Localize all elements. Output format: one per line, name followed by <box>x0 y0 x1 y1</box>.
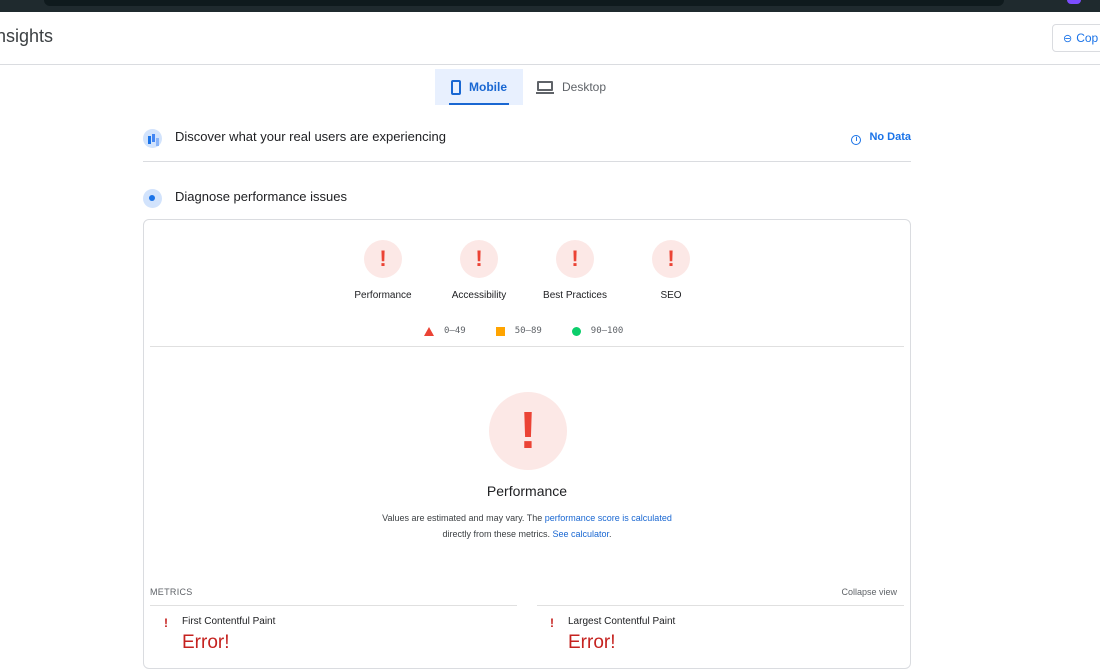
metric-divider <box>150 605 517 606</box>
square-icon <box>495 326 505 336</box>
link-icon: ⊖ <box>1063 33 1073 45</box>
copy-link-label: Cop <box>1076 31 1099 45</box>
diagnose-icon <box>143 189 162 208</box>
tab-mobile[interactable]: Mobile <box>435 69 523 105</box>
info-icon: i <box>851 135 862 145</box>
page-title: nsights <box>0 26 54 46</box>
score-error-icon: ! <box>556 240 594 278</box>
real-users-section: Discover what your real users are experi… <box>143 126 911 154</box>
see-calculator-link[interactable]: See calculator <box>552 529 609 539</box>
page-header: nsights ⊖ Cop <box>0 12 1100 65</box>
gauge-label: Performance <box>354 290 412 301</box>
triangle-icon <box>424 326 434 336</box>
metric-name: First Contentful Paint <box>182 616 276 627</box>
address-bar[interactable] <box>44 0 1004 6</box>
gauge-label: Best Practices <box>543 290 607 301</box>
copy-link-button[interactable]: ⊖ Cop <box>1052 24 1100 52</box>
score-error-icon: ! <box>460 240 498 278</box>
laptop-icon <box>536 81 554 94</box>
legend-pass-range: 90–100 <box>590 326 624 336</box>
profile-avatar[interactable] <box>1067 0 1081 4</box>
legend-fail: 0–49 <box>424 326 466 336</box>
report-card: ! Performance ! Accessibility ! Best Pra… <box>143 219 911 669</box>
diagnose-heading: Diagnose performance issues <box>175 189 347 204</box>
real-users-heading: Discover what your real users are experi… <box>175 129 446 144</box>
note-end: . <box>609 529 612 539</box>
score-legend: 0–49 50–89 90–100 <box>424 326 623 336</box>
diagnose-section: Diagnose performance issues <box>143 186 911 214</box>
legend-average-range: 50–89 <box>514 326 542 336</box>
metric-name: Largest Contentful Paint <box>568 616 676 627</box>
tab-desktop[interactable]: Desktop <box>536 69 616 105</box>
no-data-label: No Data <box>869 131 911 143</box>
performance-title: Performance <box>486 483 568 499</box>
error-icon: ! <box>164 616 168 630</box>
score-error-icon: ! <box>364 240 402 278</box>
gauge-label: Accessibility <box>451 290 507 301</box>
metric-divider <box>537 605 904 606</box>
error-icon: ! <box>550 616 554 630</box>
score-calculated-link[interactable]: performance score is calculated <box>545 513 672 523</box>
tab-desktop-label: Desktop <box>562 80 607 94</box>
active-tab-indicator <box>449 103 509 105</box>
card-divider <box>150 346 904 347</box>
collapse-view-button[interactable]: Collapse view <box>841 587 897 597</box>
gauge-seo[interactable]: ! SEO <box>623 240 719 301</box>
performance-note: Values are estimated and may vary. The p… <box>144 510 910 542</box>
gauge-best-practices[interactable]: ! Best Practices <box>527 240 623 301</box>
gauge-performance[interactable]: ! Performance <box>335 240 431 301</box>
gauge-accessibility[interactable]: ! Accessibility <box>431 240 527 301</box>
metrics-heading: METRICS <box>150 587 193 597</box>
tab-mobile-label: Mobile <box>469 80 507 94</box>
metric-value: Error! <box>568 632 616 653</box>
users-chart-icon <box>143 129 162 148</box>
phone-icon <box>451 79 461 95</box>
no-data-status[interactable]: i No Data <box>851 131 911 145</box>
note-text-2: directly from these metrics. <box>442 529 553 539</box>
performance-score-gauge: ! <box>489 392 567 470</box>
circle-icon <box>571 326 581 336</box>
note-text: Values are estimated and may vary. The <box>382 513 545 523</box>
legend-pass: 90–100 <box>571 326 624 336</box>
section-divider <box>143 161 911 162</box>
browser-top-strip <box>0 0 1100 12</box>
metric-value: Error! <box>182 632 230 653</box>
score-error-icon: ! <box>652 240 690 278</box>
legend-fail-range: 0–49 <box>444 326 466 336</box>
legend-average: 50–89 <box>495 326 542 336</box>
gauge-label: SEO <box>660 290 682 301</box>
